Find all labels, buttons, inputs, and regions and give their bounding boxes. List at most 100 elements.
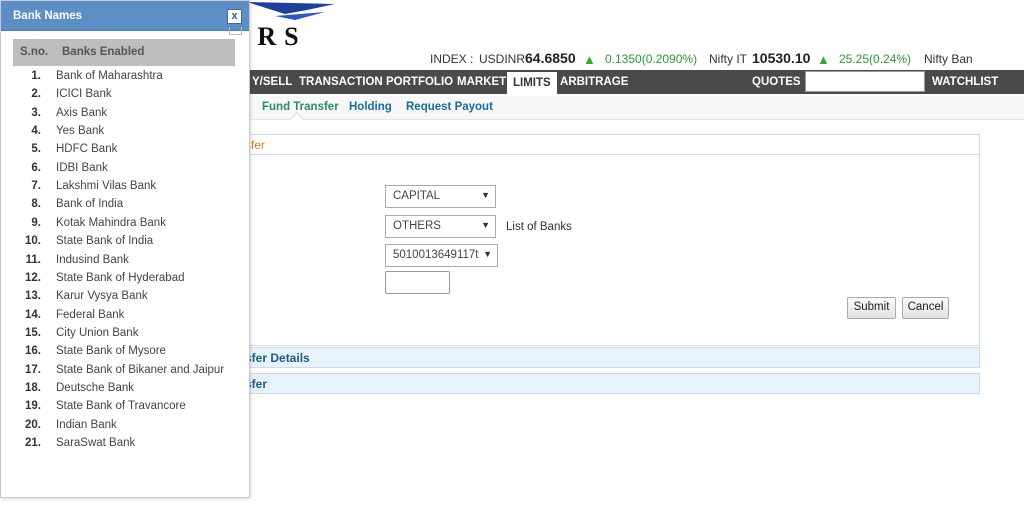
- bank-sno: 15.: [25, 326, 41, 339]
- nav-market[interactable]: MARKET: [457, 76, 506, 88]
- nav-limits[interactable]: LIMITS: [507, 72, 557, 94]
- bank-sno: 21.: [25, 437, 41, 449]
- close-icon[interactable]: x: [227, 9, 242, 24]
- segment-select-value: CAPITAL: [393, 190, 441, 202]
- bank-name: State Bank of Mysore: [56, 345, 166, 358]
- list-item: 21. SaraSwat Bank: [1, 437, 249, 455]
- bank-sno: 12.: [25, 271, 41, 284]
- transfer-details-header[interactable]: sfer Details: [230, 347, 980, 368]
- nifty-ban-label: Nifty Ban: [924, 52, 973, 66]
- bank-name: Lakshmi Vilas Bank: [56, 180, 157, 193]
- list-item: 13. Karur Vysya Bank: [1, 290, 249, 308]
- quotes-label: QUOTES :: [752, 76, 808, 88]
- up-arrow-icon: ▲: [817, 52, 830, 67]
- bank-name: IDBI Bank: [56, 161, 108, 174]
- up-arrow-icon: ▲: [583, 52, 596, 67]
- bank-name: HDFC Bank: [56, 143, 118, 156]
- usdinr-label: USDINR: [479, 52, 526, 66]
- bank-name: ICICI Bank: [56, 88, 112, 101]
- bank-sno: 1.: [31, 70, 41, 82]
- bank-name: Indusind Bank: [56, 253, 129, 266]
- index-label: INDEX :: [430, 52, 474, 66]
- col-banks-enabled: Banks Enabled: [62, 46, 145, 58]
- col-sno: S.no.: [20, 46, 49, 58]
- bank-name: Federal Bank: [56, 308, 125, 321]
- account-select[interactable]: 5010013649117t ▼: [385, 244, 498, 267]
- tab-fund-transfer[interactable]: Fund Transfer: [262, 101, 339, 113]
- list-item: 9. Kotak Mahindra Bank: [1, 217, 249, 235]
- bank-sno: 2.: [31, 88, 41, 101]
- list-of-banks-link[interactable]: List of Banks: [506, 221, 572, 233]
- bank-name: State Bank of Hyderabad: [56, 271, 185, 284]
- bank-select[interactable]: OTHERS ▼: [385, 215, 496, 238]
- list-item: 17. State Bank of Bikaner and Jaipur: [1, 364, 249, 382]
- cancel-button[interactable]: Cancel: [902, 297, 949, 319]
- tab-holding[interactable]: Holding: [349, 101, 392, 113]
- chevron-down-icon: ▼: [483, 249, 492, 259]
- bank-sno: 4.: [31, 125, 41, 138]
- transfer-panel-header[interactable]: sfer: [230, 134, 980, 155]
- list-item: 2. ICICI Bank: [1, 88, 249, 106]
- bank-name: Bank of India: [56, 198, 124, 211]
- bank-sno: 11.: [25, 253, 41, 266]
- nav-arbitrage[interactable]: ARBITRAGE: [560, 76, 628, 88]
- nifty-it-value: 10530.10: [752, 50, 811, 66]
- bank-sno: 7.: [31, 180, 41, 193]
- account-select-value: 5010013649117t: [393, 249, 479, 261]
- bank-sno: 19.: [25, 400, 41, 413]
- bank-name: City Union Bank: [56, 326, 139, 339]
- nifty-it-label: Nifty IT: [709, 52, 747, 66]
- list-item: 8. Bank of India: [1, 198, 249, 216]
- list-item: 1. Bank of Maharashtra: [1, 70, 249, 88]
- bank-sno: 16.: [25, 345, 41, 358]
- quotes-input[interactable]: [805, 71, 925, 92]
- bank-sno: 18.: [25, 381, 41, 394]
- list-item: 19. State Bank of Travancore: [1, 400, 249, 418]
- list-item: 14. Federal Bank: [1, 309, 249, 327]
- active-tab-caret: [289, 111, 305, 127]
- bank-name: Indian Bank: [56, 418, 117, 431]
- bank-sno: 14.: [25, 308, 41, 321]
- bank-name: State Bank of India: [56, 235, 154, 248]
- bank-name: Yes Bank: [56, 125, 105, 138]
- list-item: 5. HDFC Bank: [1, 143, 249, 161]
- dialog-title: Bank Names: [1, 1, 249, 31]
- bank-sno: 8.: [31, 198, 41, 211]
- nav-transaction[interactable]: TRANSACTION: [299, 76, 383, 88]
- amount-input[interactable]: [385, 271, 450, 294]
- usdinr-change: 0.1350(0.2090%): [605, 52, 698, 66]
- bank-name: SaraSwat Bank: [56, 437, 136, 449]
- bank-name: Kotak Mahindra Bank: [56, 216, 166, 229]
- bank-names-dialog: Bank Names x S.no. Banks Enabled 1. Bank …: [0, 0, 250, 498]
- tab-request-payout[interactable]: Request Payout: [406, 101, 493, 113]
- segment-select[interactable]: CAPITAL ▼: [385, 185, 496, 208]
- list-item: 7. Lakshmi Vilas Bank: [1, 180, 249, 198]
- usdinr-value: 64.6850: [525, 50, 576, 66]
- nifty-it-change: 25.25(0.24%): [839, 52, 912, 66]
- bank-sno: 10.: [25, 235, 41, 248]
- bank-select-value: OTHERS: [393, 220, 441, 232]
- nav-buy-sell[interactable]: Y/SELL: [252, 76, 292, 88]
- trading-page: ERS INDEX : USDINR 64.6850 ▲ 0.1350(0.20…: [0, 0, 1024, 505]
- submit-button[interactable]: Submit: [847, 297, 896, 319]
- list-item: 10. State Bank of India: [1, 235, 249, 253]
- bank-name: State Bank of Bikaner and Jaipur: [56, 363, 225, 376]
- nav-watchlist[interactable]: WATCHLIST: [932, 76, 998, 88]
- chevron-down-icon: ▼: [481, 220, 490, 230]
- nav-portfolio[interactable]: PORTFOLIO: [386, 76, 453, 88]
- bank-sno: 17.: [25, 363, 41, 376]
- list-item: 12. State Bank of Hyderabad: [1, 272, 249, 290]
- list-item: 18. Deutsche Bank: [1, 382, 249, 400]
- bank-sno: 6.: [31, 161, 41, 174]
- bank-table-header: S.no. Banks Enabled: [13, 39, 235, 66]
- list-item: 4. Yes Bank: [1, 125, 249, 143]
- bank-sno: 9.: [31, 216, 41, 229]
- list-item: 3. Axis Bank: [1, 107, 249, 125]
- list-item: 11. Indusind Bank: [1, 254, 249, 272]
- bank-name: Axis Bank: [56, 106, 108, 119]
- list-item: 16. State Bank of Mysore: [1, 345, 249, 363]
- list-item: 6. IDBI Bank: [1, 162, 249, 180]
- transfer-section-header[interactable]: sfer: [230, 373, 980, 394]
- bank-name: State Bank of Travancore: [56, 400, 186, 413]
- list-item: 20. Indian Bank: [1, 419, 249, 437]
